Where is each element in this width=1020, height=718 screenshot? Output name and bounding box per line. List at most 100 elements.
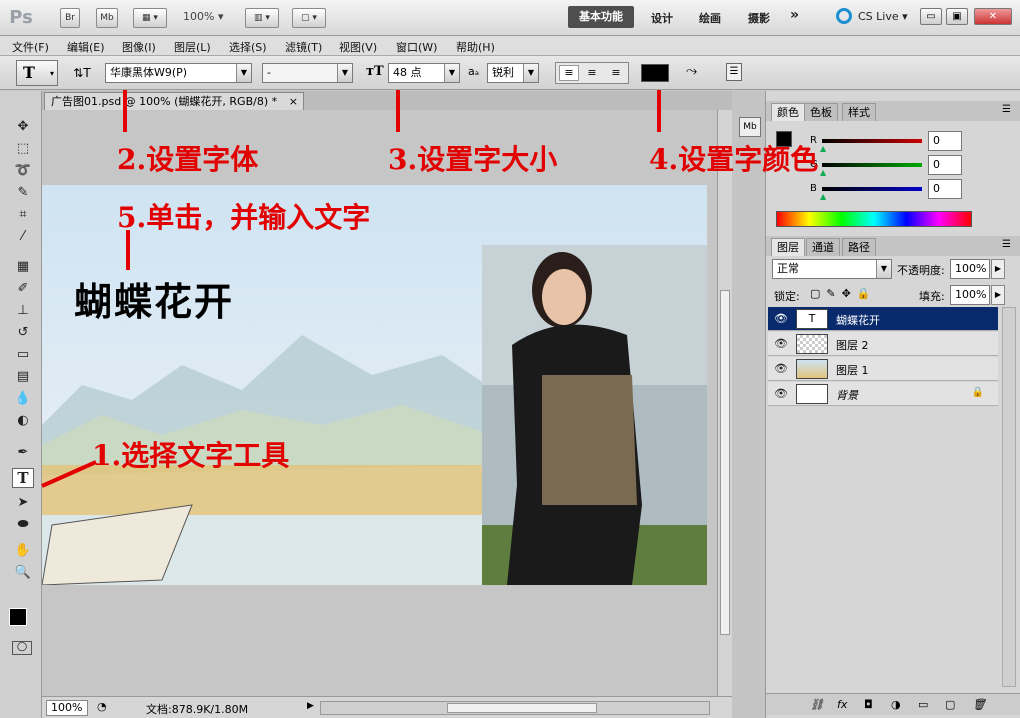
- shape-tool-icon[interactable]: ⬬: [12, 515, 34, 535]
- status-icon[interactable]: ◔: [97, 700, 107, 713]
- channel-slider[interactable]: [822, 163, 922, 167]
- fill-flyout-icon[interactable]: ▶: [991, 285, 1005, 305]
- workspace-more-icon[interactable]: »: [790, 7, 799, 23]
- menu-edit[interactable]: 编辑(E): [67, 39, 105, 55]
- blend-mode-select[interactable]: 正常 ▼: [772, 259, 892, 279]
- tool-preset-picker[interactable]: T ▾: [16, 60, 58, 86]
- tab-swatches[interactable]: 色板: [804, 103, 838, 121]
- fx-icon[interactable]: fx: [837, 698, 847, 711]
- blur-tool-icon[interactable]: 💧: [12, 389, 34, 409]
- h-scroll-thumb[interactable]: [447, 703, 597, 713]
- visibility-eye-icon[interactable]: 👁: [773, 311, 789, 327]
- layer-row[interactable]: 👁 图层 2: [768, 332, 998, 356]
- layers-scrollbar[interactable]: [1002, 307, 1016, 687]
- minibridge-panel-icon[interactable]: Mb: [739, 117, 761, 137]
- canvas-text-layer[interactable]: 蝴蝶花开: [74, 271, 234, 326]
- channel-slider[interactable]: [822, 139, 922, 143]
- text-color-swatch[interactable]: [641, 64, 669, 82]
- color-spectrum[interactable]: [776, 211, 972, 227]
- type-tool-icon[interactable]: T: [12, 468, 34, 488]
- lock-icons[interactable]: ▢✎✥🔒: [810, 287, 877, 300]
- menu-help[interactable]: 帮助(H): [456, 39, 495, 55]
- character-panel-icon[interactable]: ☰: [726, 63, 742, 81]
- horizontal-scrollbar[interactable]: [320, 701, 710, 715]
- menu-window[interactable]: 窗口(W): [396, 39, 437, 55]
- status-menu-icon[interactable]: ▶: [307, 701, 314, 711]
- scroll-thumb[interactable]: [720, 290, 730, 635]
- minibridge-button[interactable]: Mb: [96, 8, 118, 28]
- layer-row[interactable]: 👁 T 蝴蝶花开: [768, 307, 998, 331]
- slider-handle-icon[interactable]: ▲: [820, 144, 826, 153]
- workspace-essentials[interactable]: 基本功能: [568, 6, 634, 28]
- text-orientation-icon[interactable]: ⇅T: [72, 63, 92, 83]
- close-tab-icon[interactable]: ×: [289, 93, 298, 110]
- hand-tool-icon[interactable]: ✋: [12, 541, 34, 561]
- healing-tool-icon[interactable]: ▦: [12, 257, 34, 277]
- slider-handle-icon[interactable]: ▲: [820, 192, 826, 201]
- adjustment-icon[interactable]: ◑: [891, 698, 901, 711]
- stamp-tool-icon[interactable]: ⊥: [12, 301, 34, 321]
- visibility-eye-icon[interactable]: 👁: [773, 336, 789, 352]
- eyedropper-tool-icon[interactable]: ⁄: [12, 227, 34, 247]
- tab-layers[interactable]: 图层: [771, 238, 805, 256]
- menu-view[interactable]: 视图(V): [339, 39, 377, 55]
- font-size-select[interactable]: 48 点 ▼: [388, 63, 460, 83]
- view-extras-button[interactable]: ▦ ▾: [133, 8, 167, 28]
- new-layer-icon[interactable]: ▢: [945, 698, 955, 711]
- opacity-flyout-icon[interactable]: ▶: [991, 259, 1005, 279]
- trash-icon[interactable]: 🗑: [972, 698, 986, 711]
- marquee-tool-icon[interactable]: ⬚: [12, 139, 34, 159]
- quick-select-tool-icon[interactable]: ✎: [12, 183, 34, 203]
- panel-menu-icon[interactable]: ☰: [1002, 104, 1011, 115]
- minimize-button[interactable]: ▭: [920, 8, 942, 25]
- lasso-tool-icon[interactable]: ➰: [12, 161, 34, 181]
- align-center-icon[interactable]: ≡: [582, 65, 602, 81]
- cslive-menu[interactable]: CS Live ▾: [858, 10, 908, 23]
- opacity-input[interactable]: 100%: [950, 259, 990, 279]
- eraser-tool-icon[interactable]: ▭: [12, 345, 34, 365]
- workspace-painting[interactable]: 绘画: [699, 10, 721, 26]
- arrange-documents-button[interactable]: ▥ ▾: [245, 8, 279, 28]
- quick-mask-icon[interactable]: ◯: [12, 641, 32, 655]
- panel-menu-icon[interactable]: ☰: [1002, 239, 1011, 250]
- warp-text-icon[interactable]: ⤳: [686, 63, 697, 79]
- menu-image[interactable]: 图像(I): [122, 39, 156, 55]
- channel-value[interactable]: 0: [928, 179, 962, 199]
- zoom-tool-icon[interactable]: 🔍: [12, 563, 34, 583]
- channel-value[interactable]: 0: [928, 155, 962, 175]
- align-right-icon[interactable]: ≡: [606, 65, 626, 81]
- antialias-select[interactable]: 锐利 ▼: [487, 63, 539, 83]
- screen-mode-button[interactable]: ▢ ▾: [292, 8, 326, 28]
- path-select-tool-icon[interactable]: ➤: [12, 493, 34, 513]
- tab-styles[interactable]: 样式: [842, 103, 876, 121]
- tab-channels[interactable]: 通道: [806, 238, 840, 256]
- gradient-tool-icon[interactable]: ▤: [12, 367, 34, 387]
- font-family-select[interactable]: 华康黑体W9(P) ▼: [105, 63, 252, 83]
- fill-input[interactable]: 100%: [950, 285, 990, 305]
- status-zoom[interactable]: 100%: [46, 700, 88, 716]
- dodge-tool-icon[interactable]: ◐: [12, 411, 34, 431]
- menu-layer[interactable]: 图层(L): [174, 39, 211, 55]
- layer-row[interactable]: 👁 图层 1: [768, 357, 998, 381]
- zoom-level[interactable]: 100% ▾: [183, 10, 223, 23]
- close-button[interactable]: ✕: [974, 8, 1012, 25]
- document-tab[interactable]: 广告图01.psd @ 100% (蝴蝶花开, RGB/8) * ×: [44, 92, 304, 110]
- link-icon[interactable]: ⛓: [810, 698, 824, 711]
- menu-file[interactable]: 文件(F): [12, 39, 49, 55]
- tab-paths[interactable]: 路径: [842, 238, 876, 256]
- layer-row[interactable]: 👁 背景 🔒: [768, 382, 998, 406]
- workspace-photography[interactable]: 摄影: [748, 10, 770, 26]
- crop-tool-icon[interactable]: ⌗: [12, 205, 34, 225]
- bridge-button[interactable]: Br: [60, 8, 80, 28]
- brush-tool-icon[interactable]: ✐: [12, 279, 34, 299]
- document-canvas[interactable]: 蝴蝶花开: [42, 185, 707, 585]
- foreground-color-swatch[interactable]: [9, 608, 27, 626]
- mask-icon[interactable]: ◘: [864, 698, 873, 711]
- tab-color[interactable]: 颜色: [771, 103, 805, 121]
- pen-tool-icon[interactable]: ✒: [12, 443, 34, 463]
- vertical-scrollbar[interactable]: [717, 110, 732, 696]
- channel-slider[interactable]: [822, 187, 922, 191]
- visibility-eye-icon[interactable]: 👁: [773, 361, 789, 377]
- menu-select[interactable]: 选择(S): [229, 39, 267, 55]
- channel-value[interactable]: 0: [928, 131, 962, 151]
